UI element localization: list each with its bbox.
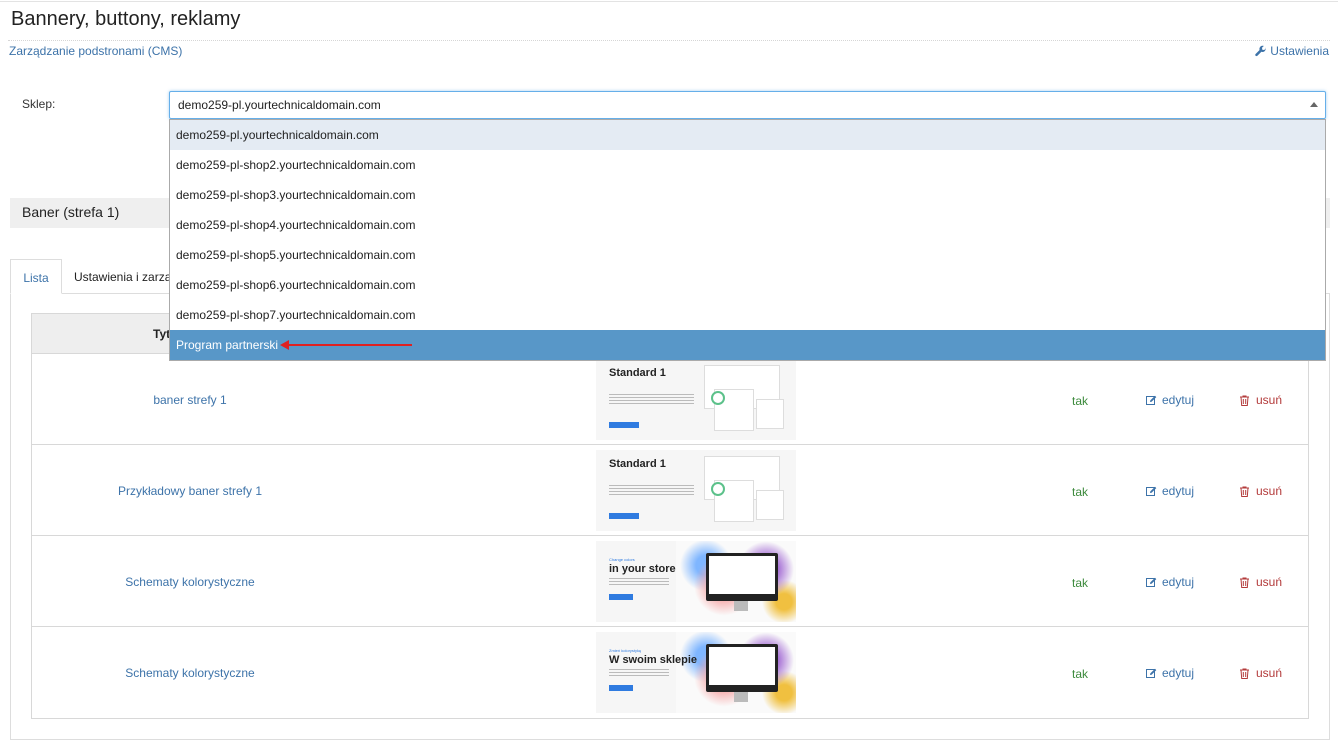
delete-link[interactable]: usuń <box>1239 666 1282 680</box>
monitor-icon <box>706 553 778 601</box>
edit-label: edytuj <box>1162 484 1195 498</box>
delete-label: usuń <box>1256 666 1283 680</box>
annotation-arrow-icon <box>280 340 412 350</box>
edit-icon <box>1146 486 1157 496</box>
shop-option-highlighted[interactable]: Program partnerski <box>170 330 1325 360</box>
table-row: Przykładowy baner strefy 1 Standard 1 ta… <box>32 445 1308 536</box>
thumb-badge-icon <box>711 391 725 405</box>
edit-link[interactable]: edytuj <box>1146 575 1194 589</box>
edit-link[interactable]: edytuj <box>1146 666 1194 680</box>
thumb-title: W swoim sklepie <box>609 654 698 666</box>
breadcrumb-cms-link[interactable]: Zarządzanie podstronami (CMS) <box>9 44 182 58</box>
thumb-text-lines <box>609 578 669 585</box>
banner-table: Tyt baner strefy 1 Standard 1 tak edytuj… <box>31 313 1309 719</box>
delete-link[interactable]: usuń <box>1239 575 1282 589</box>
thumb-button <box>609 685 633 691</box>
delete-label: usuń <box>1256 484 1283 498</box>
settings-link-label: Ustawienia <box>1270 44 1329 58</box>
thumb-card <box>756 490 784 520</box>
banner-thumbnail[interactable]: Change colors in your store <box>596 541 796 622</box>
delete-label: usuń <box>1256 393 1283 407</box>
shop-option[interactable]: demo259-pl-shop2.yourtechnicaldomain.com <box>170 150 1325 180</box>
banner-name-link[interactable]: Przykładowy baner strefy 1 <box>32 484 348 498</box>
wrench-icon <box>1255 45 1267 57</box>
delete-link[interactable]: usuń <box>1239 393 1282 407</box>
shop-dropdown-list: demo259-pl.yourtechnicaldomain.com demo2… <box>169 119 1326 361</box>
banner-thumbnail[interactable]: Standard 1 <box>596 359 796 440</box>
banner-name-link[interactable]: Schematy kolorystyczne <box>32 575 348 589</box>
tab-settings[interactable]: Ustawienia i zarza <box>74 259 171 294</box>
active-status[interactable]: tak <box>1072 576 1088 590</box>
monitor-icon <box>706 644 778 692</box>
table-row: Schematy kolorystyczne Zmień kolorystykę… <box>32 627 1308 718</box>
monitor-stand <box>734 601 748 611</box>
banner-thumbnail[interactable]: Zmień kolorystykę W swoim sklepie <box>596 632 796 713</box>
banner-name-link[interactable]: baner strefy 1 <box>32 393 348 407</box>
edit-link[interactable]: edytuj <box>1146 484 1194 498</box>
edit-icon <box>1146 577 1157 587</box>
trash-icon <box>1240 668 1249 679</box>
thumb-title: in your store <box>609 563 676 575</box>
tab-lista[interactable]: Lista <box>10 259 62 294</box>
edit-icon <box>1146 395 1157 405</box>
table-row: baner strefy 1 Standard 1 tak edytuj usu… <box>32 354 1308 445</box>
active-status[interactable]: tak <box>1072 667 1088 681</box>
shop-option-label: Program partnerski <box>176 338 279 352</box>
thumb-button <box>609 422 639 428</box>
active-status[interactable]: tak <box>1072 394 1088 408</box>
shop-select-value: demo259-pl.yourtechnicaldomain.com <box>178 98 381 112</box>
thumb-text-lines <box>609 669 669 676</box>
thumb-kicker: Change colors <box>609 557 635 562</box>
settings-link[interactable]: Ustawienia <box>1255 44 1329 58</box>
delete-label: usuń <box>1256 575 1283 589</box>
thumb-text-lines <box>609 485 694 495</box>
thumb-kicker: Zmień kolorystykę <box>609 648 642 653</box>
edit-label: edytuj <box>1162 666 1195 680</box>
edit-link[interactable]: edytuj <box>1146 393 1194 407</box>
active-status[interactable]: tak <box>1072 485 1088 499</box>
thumb-title: Standard 1 <box>609 367 666 379</box>
trash-icon <box>1240 577 1249 588</box>
table-row: Schematy kolorystyczne Change colors in … <box>32 536 1308 627</box>
banner-thumbnail[interactable]: Standard 1 <box>596 450 796 531</box>
edit-label: edytuj <box>1162 575 1195 589</box>
shop-option[interactable]: demo259-pl-shop5.yourtechnicaldomain.com <box>170 240 1325 270</box>
thumb-badge-icon <box>711 482 725 496</box>
shop-option[interactable]: demo259-pl-shop7.yourtechnicaldomain.com <box>170 300 1325 330</box>
thumb-title: Standard 1 <box>609 458 666 470</box>
trash-icon <box>1240 395 1249 406</box>
shop-option[interactable]: demo259-pl-shop6.yourtechnicaldomain.com <box>170 270 1325 300</box>
shop-label: Sklep: <box>22 97 56 111</box>
delete-link[interactable]: usuń <box>1239 484 1282 498</box>
trash-icon <box>1240 486 1249 497</box>
caret-up-icon <box>1310 102 1318 107</box>
shop-option[interactable]: demo259-pl-shop3.yourtechnicaldomain.com <box>170 180 1325 210</box>
edit-icon <box>1146 668 1157 678</box>
thumb-button <box>609 513 639 519</box>
edit-label: edytuj <box>1162 393 1195 407</box>
page-title: Bannery, buttony, reklamy <box>11 8 241 30</box>
title-divider <box>8 40 1330 41</box>
top-divider <box>0 1 1338 2</box>
thumb-card <box>756 399 784 429</box>
banner-name-link[interactable]: Schematy kolorystyczne <box>32 666 348 680</box>
thumb-text-lines <box>609 394 694 404</box>
shop-option[interactable]: demo259-pl.yourtechnicaldomain.com <box>170 120 1325 150</box>
section-title: Baner (strefa 1) <box>22 204 120 220</box>
thumb-button <box>609 594 633 600</box>
shop-select[interactable]: demo259-pl.yourtechnicaldomain.com <box>169 91 1326 119</box>
monitor-stand <box>734 692 748 702</box>
column-header-title: Tyt <box>153 327 171 341</box>
shop-option[interactable]: demo259-pl-shop4.yourtechnicaldomain.com <box>170 210 1325 240</box>
